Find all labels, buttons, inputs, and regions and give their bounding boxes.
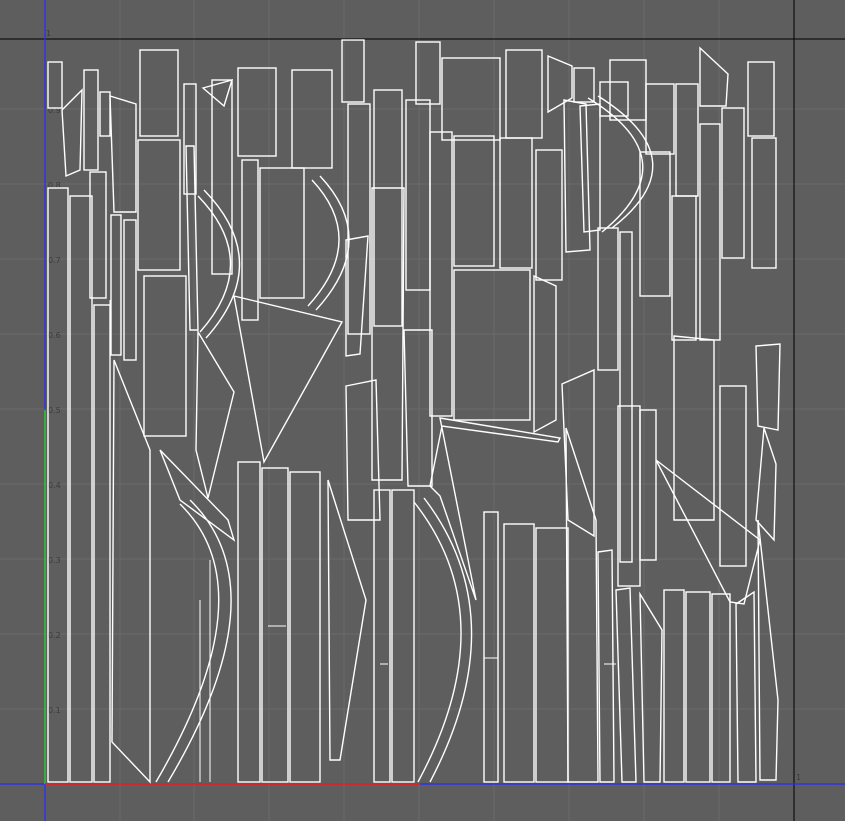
uv-shells[interactable] bbox=[47, 39, 781, 784]
uv-shell[interactable] bbox=[93, 304, 111, 783]
v-tick-label: 0.4 bbox=[48, 481, 61, 490]
uv-shell[interactable] bbox=[535, 149, 563, 281]
uv-shell[interactable] bbox=[735, 590, 757, 783]
uv-shell[interactable] bbox=[573, 67, 595, 103]
uv-shell[interactable] bbox=[233, 295, 344, 465]
uv-shell[interactable] bbox=[69, 195, 93, 783]
uv-shell[interactable] bbox=[237, 67, 277, 157]
uv-shell[interactable] bbox=[391, 489, 415, 783]
uv-shell[interactable] bbox=[719, 385, 747, 567]
uv-shell[interactable] bbox=[563, 99, 591, 253]
uv-editor-viewport[interactable]: 1 1 0.9 0.8 0.7 0.6 0.5 0.4 0.3 0.2 0.1 bbox=[0, 0, 845, 821]
v-tick-label: 0.1 bbox=[48, 706, 61, 715]
uv-shell[interactable] bbox=[453, 269, 531, 421]
uv-shell[interactable] bbox=[109, 95, 137, 213]
uv-shell[interactable] bbox=[83, 69, 99, 171]
uv-shell[interactable] bbox=[345, 379, 381, 521]
uv-shell[interactable] bbox=[137, 139, 181, 271]
uv-shell[interactable] bbox=[261, 467, 289, 783]
uv-shell[interactable] bbox=[747, 61, 775, 137]
uv-shell[interactable] bbox=[663, 589, 685, 783]
uv-shell[interactable] bbox=[675, 83, 699, 197]
uv-shell[interactable] bbox=[143, 275, 187, 437]
v-tick-label: 0.5 bbox=[48, 406, 61, 415]
uv-shell[interactable] bbox=[99, 91, 111, 137]
uv-shell[interactable] bbox=[483, 511, 499, 783]
v-axis-top-label: 1 bbox=[46, 29, 51, 38]
uv-shell[interactable] bbox=[619, 231, 633, 563]
uv-shell[interactable] bbox=[61, 88, 83, 178]
uv-shell[interactable] bbox=[201, 78, 234, 108]
uv-shell[interactable] bbox=[289, 471, 321, 783]
uv-shell[interactable] bbox=[639, 409, 657, 561]
uv-shell[interactable] bbox=[721, 107, 745, 259]
uv-shell[interactable] bbox=[415, 41, 441, 105]
uv-shell[interactable] bbox=[597, 549, 615, 783]
uv-shell[interactable] bbox=[159, 449, 236, 542]
uv-shell[interactable] bbox=[711, 593, 731, 783]
uv-shell[interactable] bbox=[645, 83, 675, 155]
uv-shell[interactable] bbox=[155, 503, 220, 783]
uv-shell[interactable] bbox=[347, 103, 371, 335]
uv-shell[interactable] bbox=[203, 189, 241, 339]
v-tick-label: 0.6 bbox=[48, 331, 61, 340]
uv-shell[interactable] bbox=[429, 131, 453, 417]
uv-shell[interactable] bbox=[587, 97, 644, 233]
uv-shell[interactable] bbox=[441, 57, 501, 141]
uv-shell[interactable] bbox=[503, 523, 535, 783]
uv-shell[interactable] bbox=[535, 527, 569, 783]
uv-shell[interactable] bbox=[195, 329, 235, 499]
uv-shell[interactable] bbox=[547, 54, 573, 114]
uv-shell[interactable] bbox=[499, 137, 533, 269]
uv-shell[interactable] bbox=[259, 167, 305, 299]
uv-shell[interactable] bbox=[373, 89, 403, 327]
uv-shell[interactable] bbox=[699, 123, 721, 341]
uv-shell[interactable] bbox=[405, 99, 431, 291]
u-axis-end-label: 1 bbox=[796, 773, 801, 782]
uv-shell[interactable] bbox=[123, 219, 137, 361]
uv-shell[interactable] bbox=[673, 335, 715, 521]
uv-shell[interactable] bbox=[47, 61, 63, 109]
uv-shell[interactable] bbox=[413, 501, 462, 783]
uv-shell[interactable] bbox=[699, 46, 729, 107]
v-tick-label: 0.7 bbox=[48, 256, 61, 265]
uv-shell[interactable] bbox=[429, 417, 562, 601]
uv-shell[interactable] bbox=[639, 591, 663, 783]
uv-shell[interactable] bbox=[327, 479, 367, 761]
uv-shell[interactable] bbox=[453, 135, 495, 267]
uv-shell[interactable] bbox=[291, 69, 333, 169]
uv-shell[interactable] bbox=[597, 227, 619, 371]
uv-grid bbox=[0, 0, 845, 821]
uv-shell[interactable] bbox=[505, 49, 543, 139]
uv-shell[interactable] bbox=[345, 235, 369, 357]
v-tick-label: 0.3 bbox=[48, 556, 61, 565]
uv-axes bbox=[0, 0, 845, 821]
uv-shell[interactable] bbox=[655, 459, 761, 605]
uv-shell[interactable] bbox=[403, 329, 433, 487]
uv-shell[interactable] bbox=[237, 461, 261, 783]
uv-shell[interactable] bbox=[751, 137, 777, 269]
uv-shell[interactable] bbox=[139, 49, 179, 137]
uv-shell[interactable] bbox=[615, 587, 637, 783]
uv-shell[interactable] bbox=[373, 489, 391, 783]
uv-shell[interactable] bbox=[755, 343, 781, 431]
uv-shell[interactable] bbox=[341, 39, 365, 103]
uv-shell[interactable] bbox=[599, 81, 629, 117]
uv-shell[interactable] bbox=[685, 591, 711, 783]
uv-axis-labels: 1 1 0.9 0.8 0.7 0.6 0.5 0.4 0.3 0.2 0.1 bbox=[46, 29, 801, 782]
uv-layout-canvas[interactable]: 1 1 0.9 0.8 0.7 0.6 0.5 0.4 0.3 0.2 0.1 bbox=[0, 0, 845, 821]
v-tick-label: 0.2 bbox=[48, 631, 61, 640]
uv-shell[interactable] bbox=[671, 195, 697, 341]
uv-shell[interactable] bbox=[579, 103, 601, 233]
uv-shell[interactable] bbox=[565, 427, 599, 783]
